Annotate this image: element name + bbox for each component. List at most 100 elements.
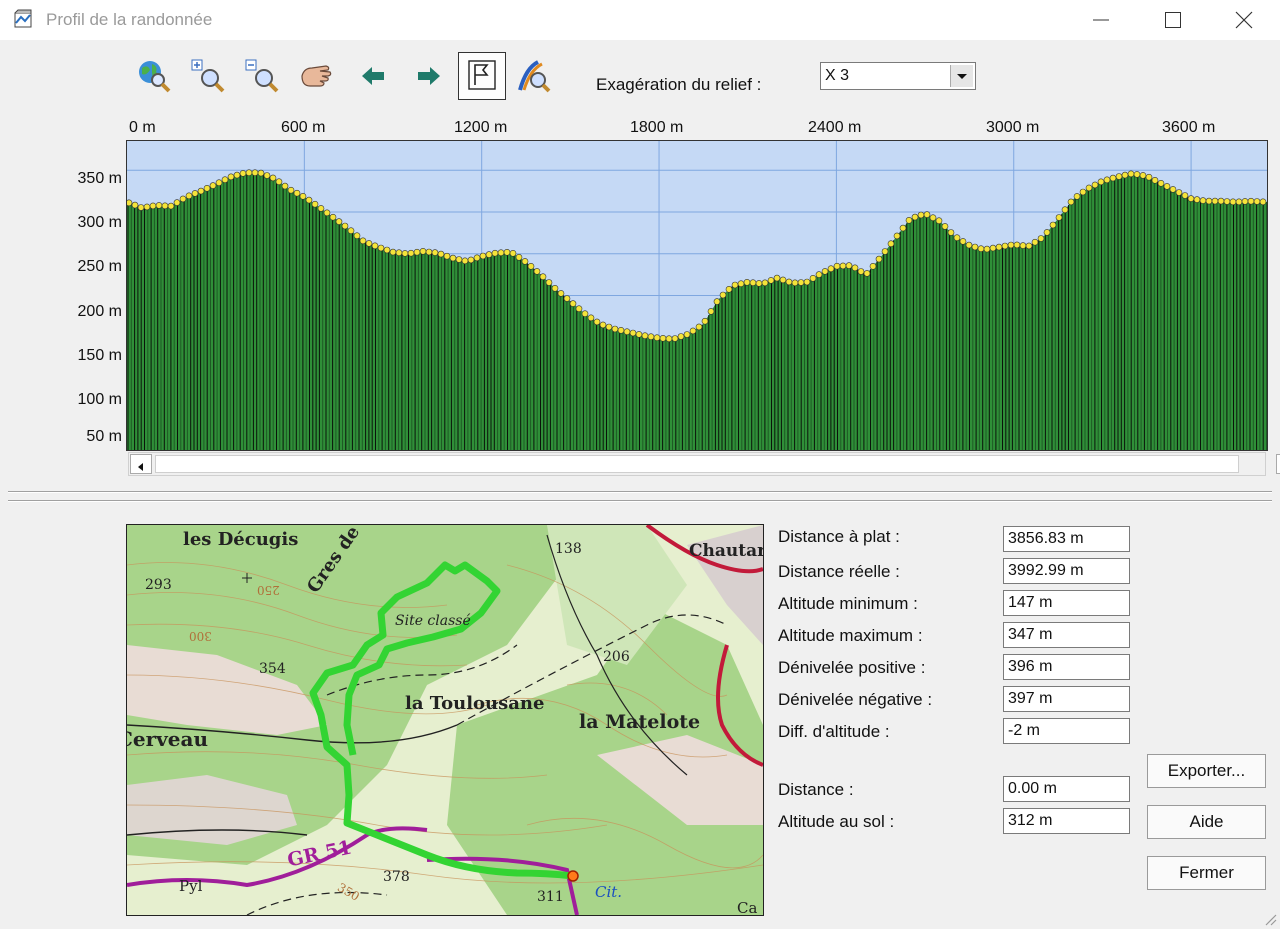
track-point bbox=[953, 234, 961, 241]
track-point bbox=[1079, 188, 1087, 196]
track-point bbox=[287, 186, 295, 194]
track-point bbox=[869, 263, 877, 270]
track-point bbox=[611, 325, 619, 333]
minimize-button[interactable] bbox=[1065, 0, 1137, 40]
track-point bbox=[971, 243, 979, 251]
track-point bbox=[1043, 229, 1051, 236]
track-point bbox=[857, 268, 865, 275]
zoom-in-button[interactable] bbox=[188, 56, 228, 96]
track-point bbox=[569, 300, 577, 307]
track-point bbox=[167, 202, 175, 210]
track-point bbox=[467, 256, 475, 264]
track-point bbox=[239, 170, 247, 177]
track-point bbox=[1001, 242, 1009, 250]
track-point bbox=[485, 251, 493, 258]
title-bar: Profil de la randonnée bbox=[0, 0, 1280, 40]
cursor-altitude-label: Altitude au sol : bbox=[778, 812, 895, 831]
zoom-out-button[interactable] bbox=[242, 56, 282, 96]
scroll-left-button[interactable] bbox=[130, 454, 152, 474]
track-point bbox=[473, 254, 481, 262]
map-label: Cit. bbox=[595, 883, 623, 901]
track-point bbox=[335, 218, 343, 225]
track-point bbox=[227, 173, 235, 181]
track-point bbox=[407, 249, 415, 257]
y-tick-label: 150 m bbox=[77, 347, 122, 364]
next-button[interactable] bbox=[408, 56, 448, 96]
track-point bbox=[533, 268, 541, 275]
track-point bbox=[701, 317, 709, 325]
track-point bbox=[1097, 178, 1105, 186]
hand-pan-icon bbox=[301, 65, 332, 87]
track-point bbox=[365, 240, 373, 247]
profile-mode-button[interactable] bbox=[458, 52, 506, 100]
track-point bbox=[647, 333, 655, 340]
track-point bbox=[845, 262, 853, 269]
track-point bbox=[1121, 171, 1129, 179]
track-point bbox=[503, 249, 511, 256]
pan-button[interactable] bbox=[296, 56, 336, 96]
track-point bbox=[323, 209, 331, 217]
previous-button[interactable] bbox=[354, 56, 394, 96]
close-window-button[interactable] bbox=[1208, 0, 1280, 40]
scroll-thumb[interactable] bbox=[155, 455, 1239, 473]
relief-select[interactable]: X 3 bbox=[820, 62, 976, 90]
scroll-right-button[interactable] bbox=[1276, 454, 1280, 474]
track-point bbox=[143, 203, 151, 211]
x-tick-label: 1200 m bbox=[454, 119, 508, 136]
stat-label: Dénivelée négative : bbox=[778, 690, 933, 709]
profile-scrollbar[interactable] bbox=[128, 452, 1280, 476]
track-point bbox=[911, 213, 919, 221]
window-title: Profil de la randonnée bbox=[46, 10, 213, 29]
track-point bbox=[251, 169, 259, 177]
track-point bbox=[575, 305, 583, 312]
export-button[interactable]: Exporter... bbox=[1147, 754, 1266, 788]
track-point bbox=[1127, 170, 1135, 178]
track-point bbox=[1211, 197, 1219, 205]
map-label: 250 bbox=[257, 583, 280, 597]
relief-select-value: X 3 bbox=[825, 67, 850, 84]
track-point bbox=[137, 204, 145, 211]
track-point bbox=[617, 327, 625, 334]
track-point bbox=[281, 182, 289, 190]
track-point bbox=[311, 200, 319, 208]
topographic-map[interactable]: les Décugis Gres de Ste-Anne Site classé… bbox=[126, 524, 764, 916]
track-point bbox=[347, 227, 355, 234]
map-label: 138 bbox=[555, 541, 582, 557]
track-point bbox=[545, 279, 553, 286]
track-point bbox=[683, 331, 691, 338]
resize-grip-icon[interactable] bbox=[1262, 911, 1278, 927]
track-point bbox=[905, 217, 913, 224]
track-point bbox=[299, 192, 307, 200]
elevation-profile-svg bbox=[127, 141, 1267, 450]
route-search-icon bbox=[518, 60, 551, 93]
help-button[interactable]: Aide bbox=[1147, 805, 1266, 839]
elevation-profile-chart[interactable] bbox=[126, 140, 1268, 451]
arrow-left-icon bbox=[362, 67, 384, 85]
stat-value: 3856.83 m bbox=[1003, 526, 1130, 552]
track-point bbox=[1007, 241, 1015, 249]
track-point bbox=[983, 245, 991, 253]
track-point bbox=[1073, 193, 1081, 200]
track-point bbox=[185, 192, 193, 200]
zoom-extent-button[interactable] bbox=[134, 56, 174, 96]
track-point bbox=[563, 295, 571, 302]
track-point bbox=[695, 323, 703, 331]
track-point bbox=[1055, 214, 1063, 221]
track-point bbox=[1025, 242, 1033, 250]
maximize-button[interactable] bbox=[1137, 0, 1209, 40]
stat-label: Distance réelle : bbox=[778, 562, 900, 581]
chevron-down-icon[interactable] bbox=[950, 65, 973, 87]
close-button[interactable]: Fermer bbox=[1147, 856, 1266, 890]
track-point bbox=[161, 202, 169, 210]
track-point bbox=[587, 314, 595, 322]
y-tick-label: 300 m bbox=[77, 214, 122, 231]
track-point bbox=[449, 254, 457, 262]
route-search-button[interactable] bbox=[514, 56, 554, 96]
map-label: 354 bbox=[259, 661, 286, 677]
track-point bbox=[1163, 183, 1171, 190]
track-point bbox=[455, 256, 463, 263]
x-tick-label: 3600 m bbox=[1162, 119, 1216, 136]
track-point bbox=[833, 262, 841, 270]
track-point bbox=[1181, 192, 1189, 199]
track-point bbox=[1085, 184, 1093, 192]
